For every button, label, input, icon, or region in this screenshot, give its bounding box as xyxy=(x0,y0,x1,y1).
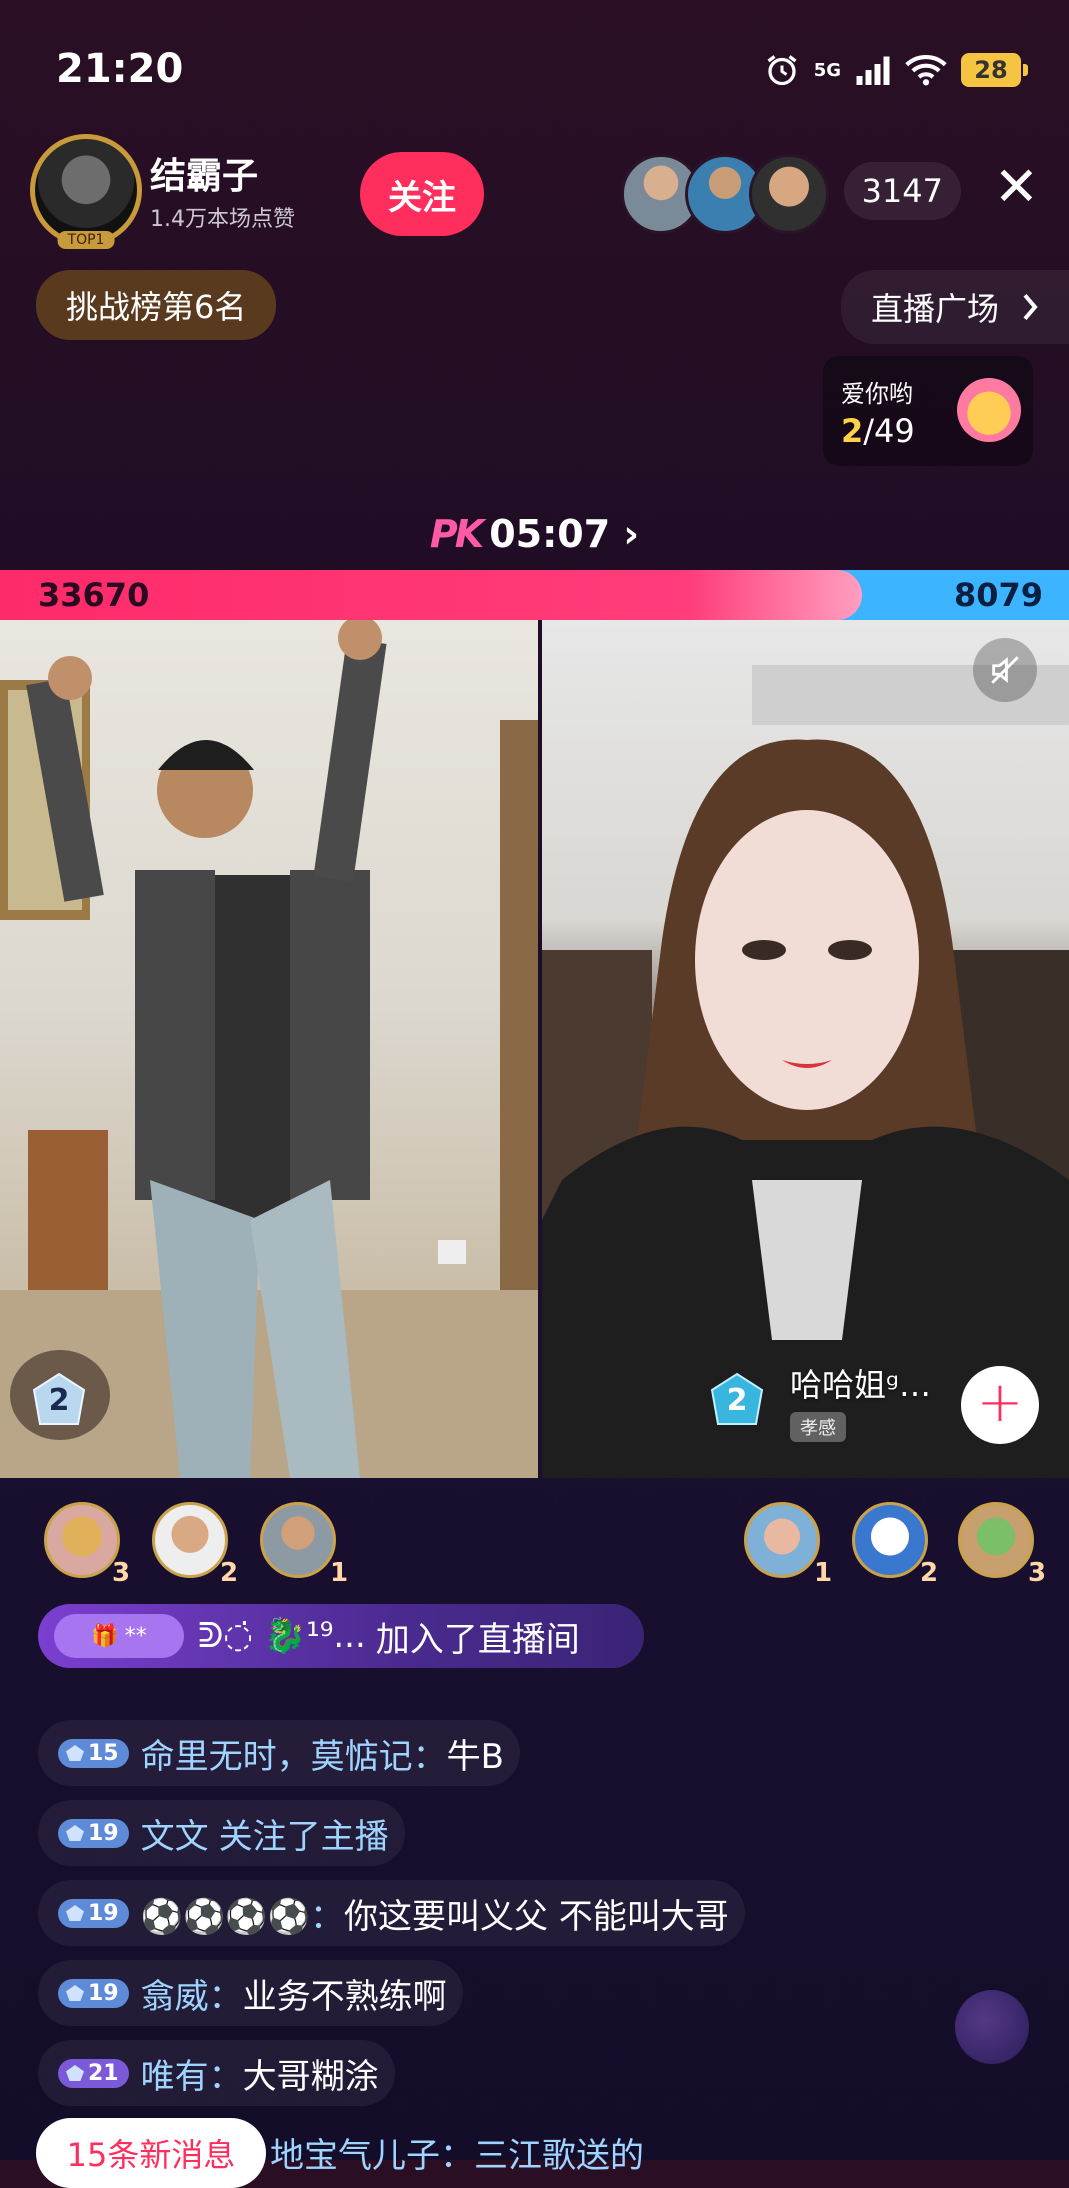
chat-username[interactable]: 文文 xyxy=(141,1809,209,1858)
host-video-scene xyxy=(0,620,538,1478)
status-icons: 5G 28 xyxy=(764,52,1028,88)
chat-message-partial: 地宝气儿子：三江歌送的 xyxy=(270,2136,644,2176)
chat-message[interactable]: 15 命里无时，莫惦记： 牛B xyxy=(38,1720,520,1786)
task-title: 爱你哟 xyxy=(841,380,913,408)
host-avatar[interactable]: TOP1 xyxy=(30,134,142,249)
network-type: 5G xyxy=(813,59,841,81)
fan-rank: 2 xyxy=(920,1558,939,1588)
speaker-muted-icon xyxy=(991,656,1019,684)
chat-text: 业务不熟练啊 xyxy=(242,1976,447,2017)
fan-avatar[interactable] xyxy=(852,1502,928,1578)
pk-left-score: 33670 xyxy=(38,576,150,614)
chat-list[interactable]: 15 命里无时，莫惦记： 牛B 19 文文 关注了主播 19 ⚽⚽⚽⚽： 你这要… xyxy=(38,1720,838,2120)
chat-text: 大哥糊涂 xyxy=(242,2056,379,2097)
gift-task-card[interactable]: 爱你哟 2/49 xyxy=(823,356,1033,466)
join-notification: 🎁 ** ᕲ◌̇ 🐉¹⁹... 加入了直播间 xyxy=(38,1604,644,1668)
alarm-icon xyxy=(767,55,797,86)
viewer-avatar[interactable] xyxy=(749,154,829,234)
opponent-video-scene xyxy=(542,665,1069,1478)
host-level-badge: 2 xyxy=(32,1372,86,1428)
viewer-count[interactable]: 3147 xyxy=(843,162,961,220)
gem-icon xyxy=(66,1825,84,1841)
user-level-badge: 19 xyxy=(58,1818,129,1848)
chat-message[interactable]: 21 唯有： 大哥糊涂 xyxy=(38,2040,395,2106)
fan-avatar[interactable] xyxy=(44,1502,120,1578)
chat-username[interactable]: 命里无时，莫惦记： xyxy=(141,1729,447,1778)
chat-username[interactable]: 唯有： xyxy=(141,2049,243,2098)
fan-rank: 3 xyxy=(112,1558,131,1588)
challenge-rank-badge[interactable]: 挑战榜第6名 xyxy=(36,270,277,340)
host-info[interactable]: TOP1 结霸子 1.4万本场点赞 xyxy=(30,134,295,249)
user-level-badge: 15 xyxy=(58,1738,129,1768)
planet-icon[interactable] xyxy=(955,1990,1029,2064)
chevron-right-icon: › xyxy=(610,512,640,556)
opponent-level-badge: 2 xyxy=(710,1372,764,1428)
pk-score-bar: 33670 8079 xyxy=(0,570,1069,620)
pk-countdown: 05:07 xyxy=(489,512,611,556)
close-icon[interactable]: ✕ xyxy=(994,160,1039,214)
fan-rank: 1 xyxy=(814,1558,833,1588)
gem-icon xyxy=(66,1745,84,1761)
status-time: 21:20 xyxy=(56,46,184,92)
top-viewers[interactable] xyxy=(621,154,829,234)
mute-button[interactable] xyxy=(973,638,1037,702)
gem-icon xyxy=(66,1985,84,2001)
chat-text: 牛B xyxy=(446,1736,504,1777)
gem-icon xyxy=(66,1905,84,1921)
fan-rank: 2 xyxy=(220,1558,239,1588)
opponent-name: 哈哈姐ᵍ… xyxy=(790,1366,931,1404)
gift-box-icon: 🎁 xyxy=(91,1623,119,1649)
opponent-info[interactable]: 哈哈姐ᵍ… 孝感 xyxy=(790,1360,931,1442)
user-level-badge: 19 xyxy=(58,1978,129,2008)
join-text: 加入了直播间 xyxy=(375,1619,580,1660)
host-name: 结霸子 xyxy=(150,156,259,197)
fan-avatar[interactable] xyxy=(260,1502,336,1578)
pk-timer[interactable]: PK 05:07 › xyxy=(0,512,1069,556)
gem-icon xyxy=(66,2065,84,2081)
host-likes: 1.4万本场点赞 xyxy=(150,207,295,232)
chevron-right-icon xyxy=(1023,294,1038,320)
fan-club-badge: 🎁 ** xyxy=(54,1614,184,1658)
chat-message[interactable]: 19 翕威： 业务不熟练啊 xyxy=(38,1960,463,2026)
heart-face-icon xyxy=(957,378,1021,442)
join-user: ᕲ◌̇ 🐉¹⁹... xyxy=(198,1616,366,1656)
live-plaza-label: 直播广场 xyxy=(870,290,999,328)
chat-username[interactable]: ⚽⚽⚽⚽： xyxy=(141,1889,344,1938)
user-level-badge: 19 xyxy=(58,1898,129,1928)
fan-rank: 1 xyxy=(330,1558,349,1588)
opponent-video[interactable]: 2 xyxy=(542,620,1069,1478)
wifi-icon xyxy=(905,54,947,86)
chat-text: 关注了主播 xyxy=(218,1816,389,1857)
follow-opponent-button[interactable]: + xyxy=(961,1366,1039,1444)
chat-message[interactable]: 19 ⚽⚽⚽⚽： 你这要叫义父 不能叫大哥 xyxy=(38,1880,745,1946)
user-level-badge: 21 xyxy=(58,2058,129,2088)
signal-icon xyxy=(856,56,890,85)
pk-logo: PK xyxy=(429,512,484,556)
fan-rank: 3 xyxy=(1028,1558,1047,1588)
new-messages-button[interactable]: 15条新消息 xyxy=(36,2118,266,2188)
task-progress: 2/49 xyxy=(841,412,915,450)
follow-button[interactable]: 关注 xyxy=(360,152,484,236)
top1-badge: TOP1 xyxy=(57,231,115,249)
host-video[interactable]: 2 xyxy=(0,620,538,1478)
fan-avatar[interactable] xyxy=(744,1502,820,1578)
opponent-location: 孝感 xyxy=(790,1412,846,1442)
fan-avatar[interactable] xyxy=(152,1502,228,1578)
chat-username[interactable]: 翕威： xyxy=(141,1969,243,2018)
live-plaza-button[interactable]: 直播广场 xyxy=(840,270,1069,344)
battery-indicator: 28 xyxy=(961,53,1028,87)
chat-message[interactable]: 19 文文 关注了主播 xyxy=(38,1800,405,1866)
pk-right-score: 8079 xyxy=(953,576,1043,614)
chat-text: 你这要叫义父 不能叫大哥 xyxy=(343,1896,729,1937)
fan-avatar[interactable] xyxy=(958,1502,1034,1578)
